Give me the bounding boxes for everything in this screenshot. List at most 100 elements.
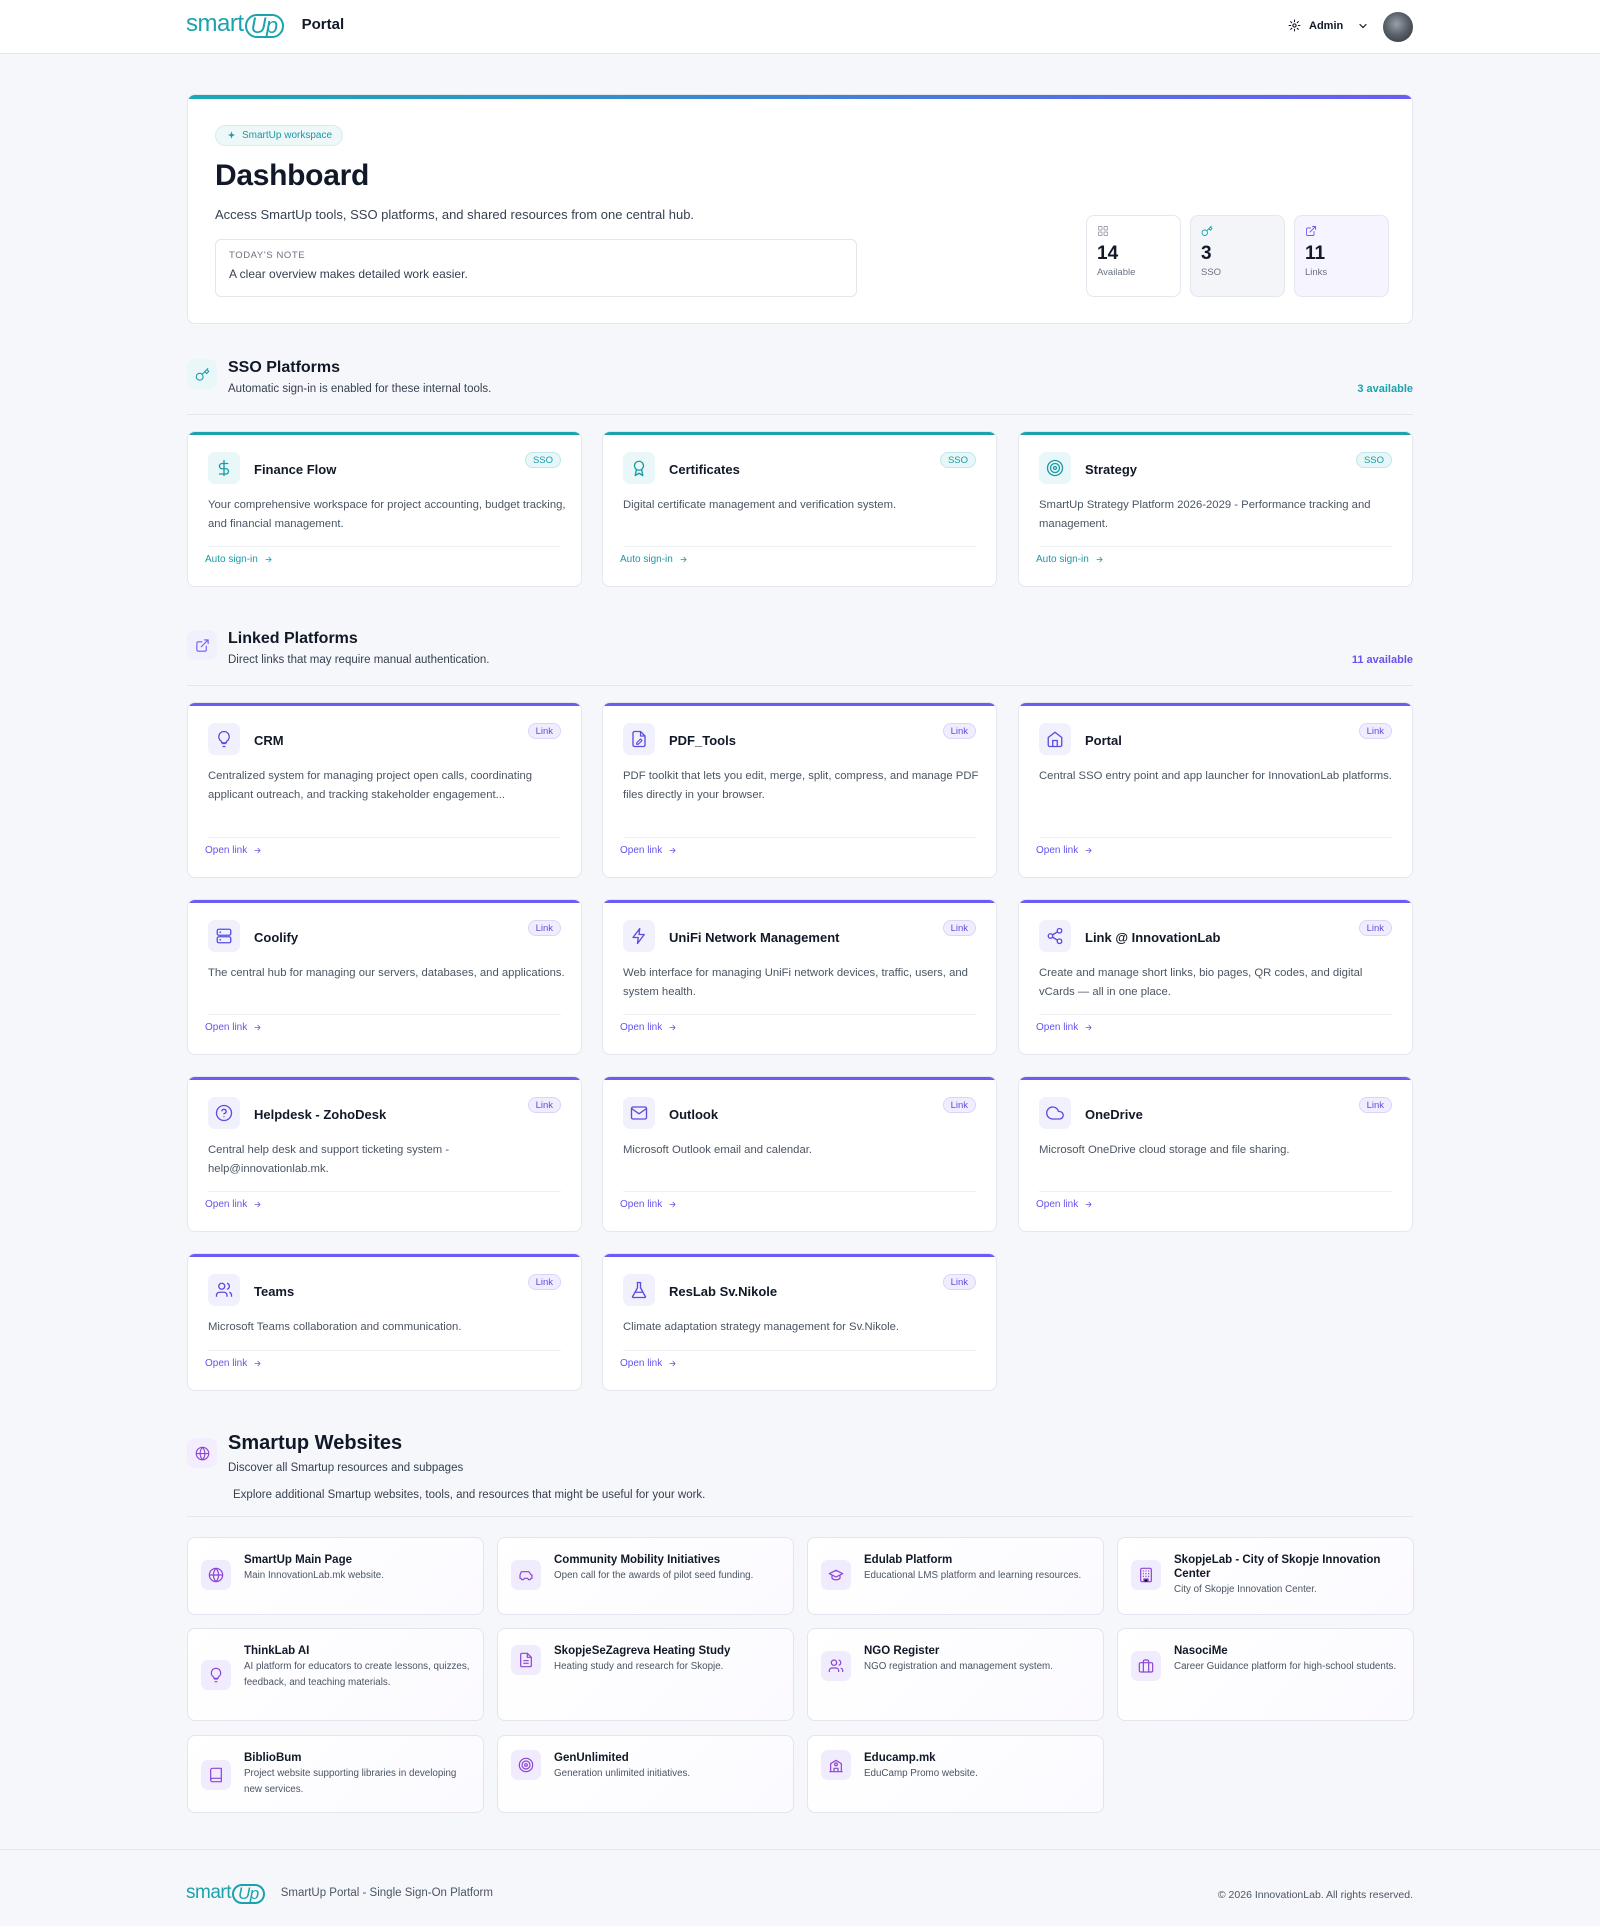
website-card[interactable]: ThinkLab AI AI platform for educators to…: [187, 1628, 484, 1721]
arrow-right-icon: [1084, 1200, 1093, 1209]
link-label: Auto sign-in: [1036, 554, 1089, 565]
link-card-helpdesk[interactable]: Helpdesk - ZohoDesk Link Central help de…: [187, 1076, 582, 1232]
website-card[interactable]: SkopjeLab - City of Skopje Innovation Ce…: [1117, 1537, 1414, 1615]
card-accent-bar: [603, 1254, 996, 1257]
sparkle-icon: [226, 130, 237, 141]
website-title: Educamp.mk: [864, 1752, 936, 1764]
link-card-portal[interactable]: Portal Link Central SSO entry point and …: [1018, 702, 1413, 878]
link-card-outlook[interactable]: Outlook Link Microsoft Outlook email and…: [602, 1076, 997, 1232]
card-accent-bar: [188, 900, 581, 903]
arrow-right-icon: [264, 555, 273, 564]
website-card[interactable]: SkopjeSeZagreva Heating Study Heating st…: [497, 1628, 794, 1721]
arrow-right-icon: [253, 1359, 262, 1368]
link-card-crm[interactable]: CRM Link Centralized system for managing…: [187, 702, 582, 878]
sso-section-header: SSO Platforms Automatic sign-in is enabl…: [187, 357, 1413, 415]
sso-card-strategy[interactable]: Strategy SSO SmartUp Strategy Platform 2…: [1018, 431, 1413, 587]
page-footer: smart Up SmartUp Portal - Single Sign-On …: [0, 1849, 1600, 1926]
card-divider: [208, 546, 561, 547]
link-card-coolify[interactable]: Coolify Link The central hub for managin…: [187, 899, 582, 1055]
open-link[interactable]: Open link: [620, 845, 677, 856]
link-card-pdf-tools[interactable]: PDF_Tools Link PDF toolkit that lets you…: [602, 702, 997, 878]
website-card[interactable]: Community Mobility Initiatives Open call…: [497, 1537, 794, 1615]
avatar[interactable]: [1383, 12, 1413, 42]
card-divider: [623, 837, 976, 838]
link-badge: Link: [1358, 920, 1392, 936]
workspace-chip-label: SmartUp workspace: [242, 130, 333, 141]
flask-icon: [623, 1274, 655, 1306]
auto-sign-in-link[interactable]: Auto sign-in: [1036, 554, 1104, 565]
open-link[interactable]: Open link: [1036, 1022, 1093, 1033]
globe-icon: [187, 1438, 217, 1468]
smartup-logo[interactable]: smart Up Portal: [186, 10, 344, 38]
open-link[interactable]: Open link: [205, 1022, 262, 1033]
arrow-right-icon: [668, 1359, 677, 1368]
home-icon: [1039, 723, 1071, 755]
link-label: Open link: [620, 1022, 663, 1033]
stat-value: 14: [1097, 243, 1119, 264]
open-link[interactable]: Open link: [1036, 845, 1093, 856]
card-accent-bar: [188, 1254, 581, 1257]
card-divider: [208, 1191, 561, 1192]
link-label: Open link: [205, 1199, 248, 1210]
link-card-teams[interactable]: Teams Link Microsoft Teams collaboration…: [187, 1253, 582, 1391]
card-title: Finance Flow: [254, 462, 337, 477]
card-divider: [1039, 546, 1392, 547]
website-card[interactable]: Educamp.mk EduCamp Promo website.: [807, 1735, 1104, 1813]
open-link[interactable]: Open link: [620, 1358, 677, 1369]
sso-badge: SSO: [1355, 452, 1392, 468]
arrow-right-icon: [668, 846, 677, 855]
building-icon: [1131, 1560, 1161, 1590]
arrow-right-icon: [253, 1023, 262, 1032]
grid-icon: [1097, 225, 1109, 237]
website-card[interactable]: SmartUp Main Page Main InnovationLab.mk …: [187, 1537, 484, 1615]
website-card[interactable]: GenUnlimited Generation unlimited initia…: [497, 1735, 794, 1813]
logo-wordmark: smart Up: [186, 10, 284, 38]
open-link[interactable]: Open link: [620, 1022, 677, 1033]
open-link[interactable]: Open link: [205, 1199, 262, 1210]
lightbulb-icon: [201, 1660, 231, 1690]
hero-accent-bar: [188, 95, 1412, 99]
note-text: A clear overview makes detailed work eas…: [229, 267, 468, 281]
link-card-onedrive[interactable]: OneDrive Link Microsoft OneDrive cloud s…: [1018, 1076, 1413, 1232]
card-description: The central hub for managing our servers…: [208, 967, 565, 979]
website-card[interactable]: NasociMe Career Guidance platform for hi…: [1117, 1628, 1414, 1721]
open-link[interactable]: Open link: [205, 1358, 262, 1369]
stat-links: 11 Links: [1294, 215, 1389, 297]
link-card-unifi[interactable]: UniFi Network Management Link Web interf…: [602, 899, 997, 1055]
website-title: ThinkLab AI: [244, 1645, 310, 1657]
todays-note: TODAY'S NOTE A clear overview makes deta…: [215, 239, 857, 297]
link-card-link-innovationlab[interactable]: Link @ InnovationLab Link Create and man…: [1018, 899, 1413, 1055]
website-card[interactable]: Edulab Platform Educational LMS platform…: [807, 1537, 1104, 1615]
dollar-icon: [208, 452, 240, 484]
target-icon: [1039, 452, 1071, 484]
auto-sign-in-link[interactable]: Auto sign-in: [205, 554, 273, 565]
website-description: Generation unlimited initiatives.: [554, 1768, 691, 1779]
arrow-right-icon: [1084, 1023, 1093, 1032]
open-link[interactable]: Open link: [205, 845, 262, 856]
sso-card-certificates[interactable]: Certificates SSO Digital certificate man…: [602, 431, 997, 587]
stat-value: 11: [1305, 243, 1326, 264]
dashboard-hero: SmartUp workspace Dashboard Access Smart…: [187, 94, 1413, 324]
link-badge: Link: [942, 1097, 976, 1113]
website-card[interactable]: NGO Register NGO registration and manage…: [807, 1628, 1104, 1721]
sso-badge: SSO: [524, 452, 561, 468]
sso-card-finance-flow[interactable]: Finance Flow SSO Your comprehensive work…: [187, 431, 582, 587]
card-description: Central SSO entry point and app launcher…: [1039, 770, 1392, 782]
section-title: Smartup Websites: [228, 1432, 403, 1454]
card-accent-bar: [1019, 900, 1412, 903]
server-icon: [208, 920, 240, 952]
link-badge: Link: [942, 920, 976, 936]
arrow-right-icon: [668, 1023, 677, 1032]
auto-sign-in-link[interactable]: Auto sign-in: [620, 554, 688, 565]
card-accent-bar: [1019, 432, 1412, 435]
open-link[interactable]: Open link: [1036, 1199, 1093, 1210]
websites-explore-text: Explore additional Smartup websites, too…: [233, 1489, 706, 1501]
website-title: NGO Register: [864, 1645, 940, 1657]
admin-menu-button[interactable]: Admin: [1288, 19, 1369, 32]
link-card-reslab[interactable]: ResLab Sv.Nikole Link Climate adaptation…: [602, 1253, 997, 1391]
arrow-right-icon: [679, 555, 688, 564]
card-divider: [208, 837, 561, 838]
open-link[interactable]: Open link: [620, 1199, 677, 1210]
website-title: Edulab Platform: [864, 1554, 953, 1566]
website-card[interactable]: BiblioBum Project website supporting lib…: [187, 1735, 484, 1813]
